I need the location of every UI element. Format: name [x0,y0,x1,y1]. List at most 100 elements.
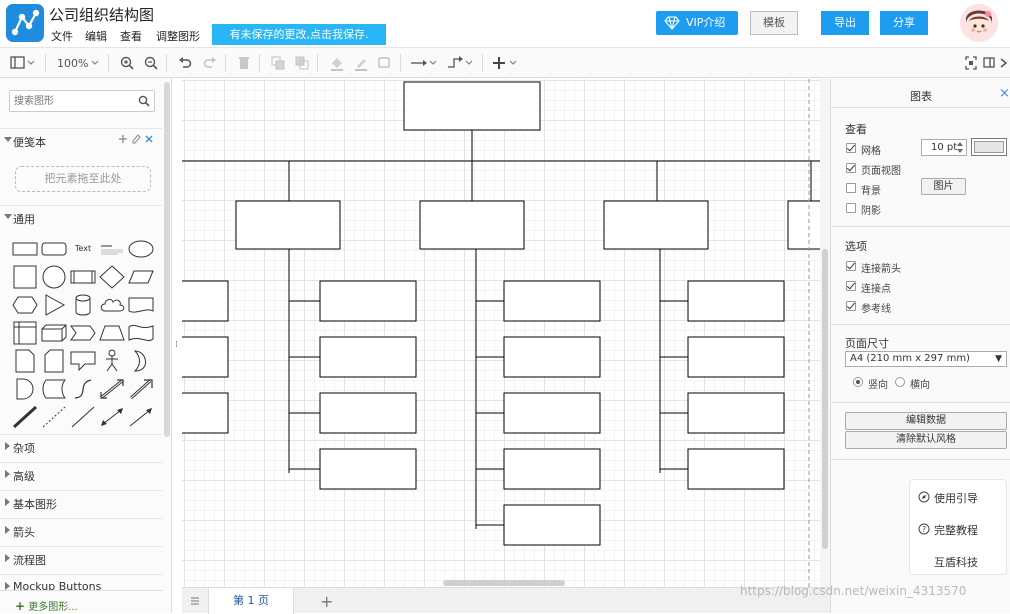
shape-process[interactable] [69,265,97,289]
shadow-icon[interactable] [378,55,392,71]
close-icon[interactable] [144,132,154,146]
close-icon[interactable]: × [999,86,1010,101]
share-button[interactable]: 分享 [880,11,928,35]
shape-or[interactable] [127,349,155,373]
fill-color-icon[interactable] [329,55,345,71]
search-box[interactable] [9,90,155,112]
chevron-down-icon[interactable] [90,55,100,71]
shape-step[interactable] [69,321,97,345]
unsaved-changes-button[interactable]: 有未保存的更改,点击我保存. [212,24,386,45]
section-misc[interactable]: 杂项 [0,434,162,456]
shape-rounded-rectangle[interactable] [40,237,68,261]
checkbox[interactable] [846,281,856,291]
menu-arrange[interactable]: 调整图形 [156,28,200,44]
sidebar-resize-handle[interactable]: ⁞ [175,340,179,352]
vip-button[interactable]: VIP介绍 [656,11,738,35]
canvas-horizontal-scrollbar[interactable] [443,580,565,586]
canvas-vertical-scrollbar[interactable] [820,79,830,587]
shape-cloud[interactable] [98,293,126,317]
checkbox[interactable] [846,301,856,311]
diagram-canvas[interactable] [182,79,820,587]
to-back-icon[interactable] [295,55,309,71]
shape-data-storage[interactable] [40,377,68,401]
delete-icon[interactable] [237,55,251,71]
grid-size-stepper[interactable] [955,140,965,155]
document-title[interactable]: 公司组织结构图 [49,4,154,25]
menu-view[interactable]: 查看 [120,28,142,44]
section-arrows[interactable]: 箭头 [0,518,162,540]
more-shapes-link[interactable]: + 更多图形... [15,598,78,613]
shape-rectangle[interactable] [11,237,39,261]
checkbox[interactable] [846,163,856,173]
zoom-out-icon[interactable] [144,55,158,71]
shape-and[interactable] [11,377,39,401]
shape-trapezoid[interactable] [98,321,126,345]
add-page-button[interactable]: + [320,592,333,611]
checkbox[interactable] [846,143,856,153]
section-flowchart[interactable]: 流程图 [0,546,162,568]
undo-icon[interactable] [178,55,192,71]
shape-curve[interactable] [69,377,97,401]
shape-callout[interactable] [69,349,97,373]
shape-link[interactable] [11,405,39,429]
paper-size-select[interactable]: A4 (210 mm x 297 mm) ▼ [845,351,1007,367]
shape-text[interactable]: Text [69,237,97,261]
template-button[interactable]: 模板 [750,11,798,35]
shape-diamond[interactable] [98,265,126,289]
shape-circle[interactable] [40,265,68,289]
background-image-button[interactable]: 图片 [921,178,966,195]
section-scratchpad[interactable]: 便笺本 [0,128,162,150]
grid-color-picker[interactable] [971,138,1007,156]
shape-ellipse[interactable] [127,237,155,261]
page-tab[interactable]: 第 1 页 [208,588,294,614]
insert-icon[interactable] [492,55,520,71]
fullscreen-icon[interactable] [965,55,977,71]
zoom-in-icon[interactable] [120,55,134,71]
shape-triangle[interactable] [40,293,68,317]
shape-actor[interactable] [98,349,126,373]
shape-arrow[interactable] [127,377,155,401]
checkbox[interactable] [846,261,856,271]
radio[interactable] [895,377,905,387]
sidebar-scrollbar[interactable] [164,82,170,437]
section-advanced[interactable]: 高级 [0,462,162,484]
export-button[interactable]: 导出 [821,11,869,35]
shape-bidirectional-arrow[interactable] [98,377,126,401]
shape-note[interactable] [11,349,39,373]
menu-edit[interactable]: 编辑 [85,28,107,44]
line-color-icon[interactable] [353,55,369,71]
zoom-level[interactable]: 100% [57,57,88,70]
shape-hexagon[interactable] [11,293,39,317]
shape-document[interactable] [127,293,155,317]
waypoint-icon[interactable] [446,55,474,71]
avatar[interactable] [960,4,998,42]
shape-tape[interactable] [127,321,155,345]
menu-file[interactable]: 文件 [51,28,73,44]
search-input[interactable] [14,93,134,109]
add-icon[interactable] [118,132,128,146]
shape-textbox[interactable] [98,237,126,261]
redo-icon[interactable] [203,55,217,71]
section-basic-shapes[interactable]: 基本图形 [0,490,162,512]
clear-default-style-button[interactable]: 清除默认风格 [845,431,1007,449]
shape-card[interactable] [40,349,68,373]
to-front-icon[interactable] [271,55,285,71]
checkbox[interactable] [846,183,856,193]
radio[interactable] [853,377,863,387]
shape-dashed-line[interactable] [40,405,68,429]
search-icon[interactable] [138,95,150,107]
collapse-icon[interactable] [999,55,1009,71]
shape-cylinder[interactable] [69,293,97,317]
shape-square[interactable] [11,265,39,289]
split-view-icon[interactable] [983,55,995,71]
shape-internal-storage[interactable] [11,321,39,345]
scratchpad-drop-zone[interactable]: 把元素拖至此处 [15,166,151,192]
page-menu-icon[interactable] [190,596,200,606]
connection-icon[interactable] [410,55,438,71]
shape-parallelogram[interactable] [127,265,155,289]
section-mockup-buttons[interactable]: Mockup Buttons [0,574,162,590]
shape-connector[interactable] [127,405,155,429]
shape-cube[interactable] [40,321,68,345]
section-general[interactable]: 通用 [0,205,162,227]
edit-data-button[interactable]: 编辑数据 [845,412,1007,430]
